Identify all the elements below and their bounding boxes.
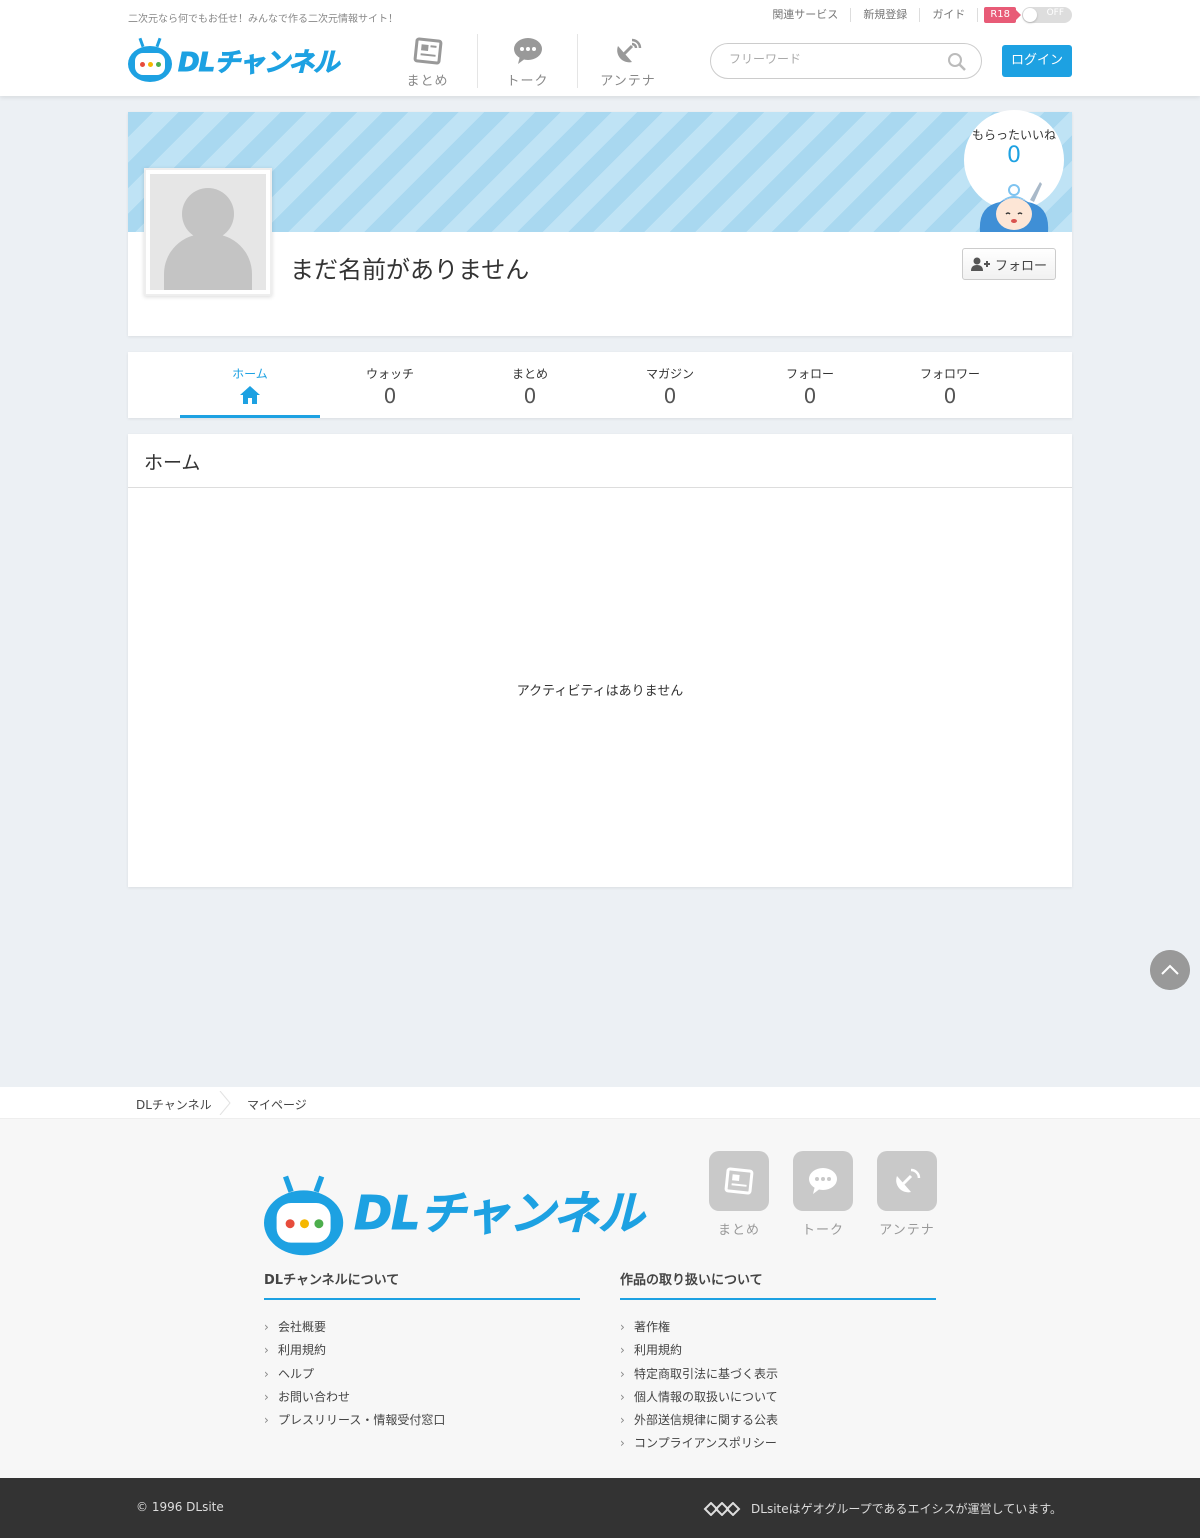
- toggle-knob: [1023, 8, 1037, 22]
- guide-link[interactable]: ガイド: [920, 8, 979, 22]
- tab-home-label: ホーム: [232, 367, 268, 381]
- footer-nav-talk-label: トーク: [801, 1223, 844, 1238]
- operator-info: DLsiteはゲオグループであるエイシスが運営しています。: [703, 1500, 1062, 1517]
- robot-mascot-icon: [264, 1175, 344, 1256]
- nav-talk-label: トーク: [506, 74, 549, 89]
- tab-magazine[interactable]: マガジン 0: [600, 352, 740, 418]
- robot-mascot-icon: [128, 37, 172, 82]
- follow-button[interactable]: フォロー: [962, 248, 1056, 280]
- related-services-link[interactable]: 関連サービス: [760, 8, 852, 22]
- home-heading: ホーム: [144, 452, 201, 474]
- divider: [128, 487, 1072, 488]
- breadcrumb-current: マイページ: [247, 1098, 307, 1112]
- breadcrumb-home-link[interactable]: DLチャンネル: [136, 1096, 212, 1113]
- profile-tabs: ホーム ウォッチ 0 まとめ 0 マガジン 0 フォロー 0 フォロワー 0: [128, 352, 1072, 418]
- footer-link-terms[interactable]: 利用規約: [264, 1339, 580, 1363]
- nav-antenna-label: アンテナ: [600, 74, 656, 89]
- footer-link-terms-2[interactable]: 利用規約: [620, 1339, 936, 1363]
- tab-followers-label: フォロワー: [919, 367, 980, 381]
- footer-link-company[interactable]: 会社概要: [264, 1316, 580, 1340]
- search-icon[interactable]: [947, 52, 967, 72]
- copyright-text: © 1996 DLsite: [136, 1500, 224, 1514]
- scroll-to-top-button[interactable]: [1150, 950, 1190, 990]
- tab-magazine-count: 0: [663, 384, 677, 408]
- geo-logo-icon: [703, 1501, 741, 1516]
- newspaper-icon: [413, 37, 442, 65]
- operator-text: DLsiteはゲオグループであるエイシスが運営しています。: [751, 1502, 1062, 1516]
- logo-text: DLチャンネル: [177, 47, 339, 78]
- footer-link-contact[interactable]: お問い合わせ: [264, 1386, 580, 1410]
- r18-badge: R18: [984, 7, 1021, 23]
- footer-nav-matome[interactable]: まとめ: [709, 1151, 769, 1238]
- nav-talk[interactable]: トーク: [478, 34, 578, 89]
- utility-nav: 関連サービス 新規登録 ガイド R18 OFF: [760, 7, 1072, 23]
- main-nav: まとめ トーク アンテナ: [378, 34, 678, 89]
- default-avatar-icon: [150, 174, 266, 290]
- toggle-state-label: OFF: [1046, 8, 1064, 18]
- tab-follow[interactable]: フォロー 0: [740, 352, 880, 418]
- home-icon: [240, 386, 260, 404]
- tab-matome[interactable]: まとめ 0: [460, 352, 600, 418]
- tab-followers-count: 0: [943, 384, 957, 408]
- tab-follow-count: 0: [803, 384, 817, 408]
- satellite-dish-icon: [617, 38, 642, 63]
- tab-followers[interactable]: フォロワー 0: [880, 352, 1020, 418]
- site-tagline: 二次元なら何でもお任せ！みんなで作る二次元情報サイト！: [128, 14, 398, 25]
- footer-link-compliance[interactable]: コンプライアンスポリシー: [620, 1432, 936, 1456]
- r18-toggle[interactable]: OFF: [1022, 7, 1072, 23]
- footer-works-title: 作品の取り扱いについて: [620, 1269, 936, 1300]
- footer-nav-antenna[interactable]: アンテナ: [877, 1151, 937, 1238]
- register-link[interactable]: 新規登録: [851, 8, 921, 22]
- search-box: [710, 43, 982, 79]
- site-footer: DLチャンネル まとめ トーク アンテナ DLチャンネルについて › 会社概要 …: [0, 1119, 1200, 1478]
- follow-button-label: フォロー: [994, 258, 1047, 274]
- tab-watch[interactable]: ウォッチ 0: [320, 352, 460, 418]
- footer-link-commerce-law[interactable]: 特定商取引法に基づく表示: [620, 1363, 936, 1387]
- tab-watch-count: 0: [383, 384, 397, 408]
- nav-antenna[interactable]: アンテナ: [578, 34, 678, 89]
- likes-label: もらったいいね: [971, 128, 1056, 142]
- footer-nav-antenna-label: アンテナ: [879, 1223, 935, 1238]
- home-panel: ホーム アクティビティはありません: [128, 434, 1072, 887]
- site-header: 二次元なら何でもお任せ！みんなで作る二次元情報サイト！ 関連サービス 新規登録 …: [0, 0, 1200, 96]
- footer-link-press[interactable]: プレスリリース・情報受付窓口: [264, 1409, 580, 1433]
- speech-bubble-icon: [513, 38, 542, 64]
- mascot-character-icon: [979, 182, 1049, 232]
- footer-logo[interactable]: DLチャンネル: [264, 1153, 645, 1256]
- tab-watch-label: ウォッチ: [365, 367, 414, 381]
- empty-activity-message: アクティビティはありません: [516, 684, 684, 699]
- speech-bubble-icon: [809, 1168, 837, 1194]
- satellite-dish-icon: [896, 1168, 921, 1193]
- nav-matome[interactable]: まとめ: [378, 34, 478, 89]
- tab-home[interactable]: ホーム: [180, 352, 320, 418]
- site-logo[interactable]: DLチャンネル: [128, 37, 340, 82]
- nav-matome-label: まとめ: [406, 74, 449, 89]
- avatar: [144, 168, 272, 296]
- footer-link-external-transmission[interactable]: 外部送信規律に関する公表: [620, 1409, 936, 1433]
- footer-link-help[interactable]: ヘルプ: [264, 1363, 580, 1387]
- add-user-icon: [970, 257, 990, 271]
- footer-works-column: 作品の取り扱いについて 著作権 利用規約 特定商取引法に基づく表示 個人情報の取…: [620, 1269, 936, 1456]
- footer-link-privacy[interactable]: 個人情報の取扱いについて: [620, 1386, 936, 1410]
- tab-matome-label: まとめ: [511, 367, 548, 381]
- user-name: まだ名前がありません: [290, 256, 530, 284]
- footer-about-column: DLチャンネルについて 会社概要 利用規約 ヘルプ お問い合わせ プレスリリース…: [264, 1269, 580, 1433]
- likes-count: 0: [1007, 143, 1021, 168]
- newspaper-icon: [724, 1167, 754, 1195]
- profile-card: もらったいいね 0 まだ名前がありません フォロー: [128, 110, 1072, 336]
- login-button[interactable]: ログイン: [1002, 45, 1072, 77]
- footer-nav-matome-label: まとめ: [717, 1223, 760, 1238]
- breadcrumb: DLチャンネル マイページ: [0, 1087, 1200, 1119]
- tab-follow-label: フォロー: [785, 367, 834, 381]
- tab-matome-count: 0: [523, 384, 537, 408]
- footer-nav-talk[interactable]: トーク: [793, 1151, 853, 1238]
- tab-magazine-label: マガジン: [645, 367, 694, 381]
- footer-logo-text: DLチャンネル: [353, 1186, 644, 1241]
- footer-about-title: DLチャンネルについて: [264, 1269, 580, 1300]
- copyright-bar: © 1996 DLsite DLsiteはゲオグループであるエイシスが運営してい…: [0, 1478, 1200, 1538]
- search-input[interactable]: [729, 52, 939, 66]
- footer-link-copyright[interactable]: 著作権: [620, 1316, 936, 1340]
- breadcrumb-separator-icon: [219, 1091, 231, 1115]
